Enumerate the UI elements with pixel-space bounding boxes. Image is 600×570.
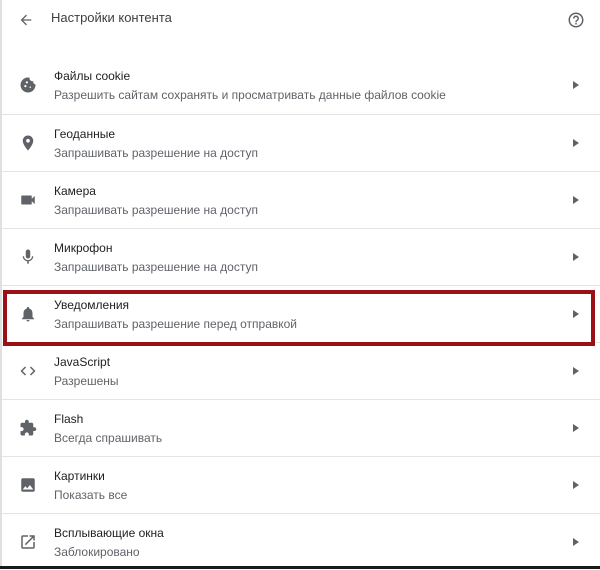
settings-row-javascript[interactable]: JavaScript Разрешены (2, 342, 600, 399)
settings-row-subtitle: Разрешить сайтам сохранять и просматрива… (54, 88, 446, 102)
chevron-right-icon (571, 138, 581, 148)
settings-row-location[interactable]: Геоданные Запрашивать разрешение на дост… (2, 114, 600, 171)
settings-row-cookies[interactable]: Файлы cookie Разрешить сайтам сохранять … (2, 57, 600, 114)
settings-row-title: Всплывающие окна (54, 526, 164, 540)
settings-row-title: Flash (54, 412, 84, 426)
settings-row-microphone[interactable]: Микрофон Запрашивать разрешение на досту… (2, 228, 600, 285)
settings-row-subtitle: Запрашивать разрешение на доступ (54, 146, 258, 160)
settings-row-flash[interactable]: Flash Всегда спрашивать (2, 399, 600, 456)
help-circle-icon (568, 12, 584, 28)
settings-row-subtitle: Заблокировано (54, 545, 140, 559)
settings-row-title: Картинки (54, 469, 105, 483)
chevron-right-icon (571, 80, 581, 90)
page-title: Настройки контента (51, 10, 172, 25)
settings-row-title: Уведомления (54, 298, 130, 312)
settings-row-subtitle: Всегда спрашивать (54, 431, 163, 445)
chevron-right-icon (571, 423, 581, 433)
chevron-right-icon (571, 366, 581, 376)
cookie-icon (18, 75, 38, 95)
chevron-right-icon (571, 309, 581, 319)
image-icon (18, 475, 38, 495)
help-button[interactable] (565, 9, 587, 31)
settings-row-title: Камера (54, 184, 96, 198)
chevron-right-icon (571, 537, 581, 547)
settings-row-notifications[interactable]: Уведомления Запрашивать разрешение перед… (2, 285, 600, 342)
back-button[interactable] (14, 8, 38, 32)
videocam-icon (18, 190, 38, 210)
puzzle-piece-icon (18, 418, 38, 438)
settings-row-subtitle: Показать все (54, 488, 128, 502)
content-settings-list: Файлы cookie Разрешить сайтам сохранять … (2, 57, 600, 570)
settings-row-camera[interactable]: Камера Запрашивать разрешение на доступ (2, 171, 600, 228)
page-header: Настройки контента (0, 0, 600, 40)
settings-row-images[interactable]: Картинки Показать все (2, 456, 600, 513)
settings-row-title: JavaScript (54, 355, 111, 369)
bell-icon (18, 304, 38, 324)
settings-row-title: Файлы cookie (54, 69, 131, 83)
settings-row-subtitle: Запрашивать разрешение на доступ (54, 203, 258, 217)
microphone-icon (18, 247, 38, 267)
settings-row-subtitle: Запрашивать разрешение перед отправкой (54, 317, 298, 331)
location-pin-icon (18, 133, 38, 153)
settings-row-subtitle: Разрешены (54, 374, 119, 388)
settings-row-title: Микрофон (54, 241, 113, 255)
chevron-right-icon (571, 195, 581, 205)
chevron-right-icon (571, 480, 581, 490)
settings-row-popups[interactable]: Всплывающие окна Заблокировано (2, 513, 600, 570)
open-in-new-icon (18, 532, 38, 552)
settings-row-subtitle: Запрашивать разрешение на доступ (54, 260, 258, 274)
settings-row-title: Геоданные (54, 127, 116, 141)
arrow-back-icon (20, 14, 32, 26)
code-icon (18, 361, 38, 381)
chevron-right-icon (571, 252, 581, 262)
